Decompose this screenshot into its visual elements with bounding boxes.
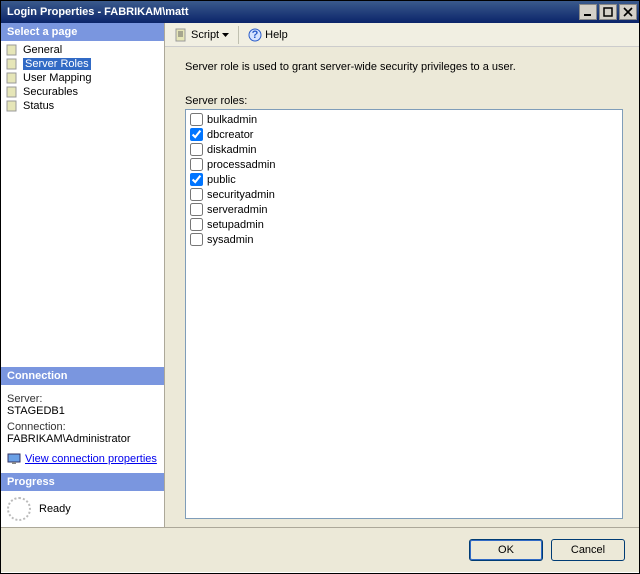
- server-role-checkbox[interactable]: [190, 218, 203, 231]
- progress-spinner-icon: [7, 497, 31, 521]
- sidebar-page-label: User Mapping: [23, 72, 91, 84]
- sidebar-page-item[interactable]: Securables: [1, 85, 164, 99]
- server-role-label: diskadmin: [207, 144, 257, 156]
- script-label: Script: [191, 29, 219, 41]
- server-role-item[interactable]: processadmin: [188, 157, 620, 172]
- server-role-item[interactable]: dbcreator: [188, 127, 620, 142]
- window-title: Login Properties - FABRIKAM\matt: [7, 6, 577, 18]
- close-button[interactable]: [619, 4, 637, 20]
- progress-header: Progress: [1, 473, 164, 491]
- server-role-label: bulkadmin: [207, 114, 257, 126]
- sidebar-page-label: Securables: [23, 86, 78, 98]
- sidebar-page-label: Status: [23, 100, 54, 112]
- cancel-label: Cancel: [571, 544, 605, 556]
- server-roles-label: Server roles:: [185, 95, 623, 107]
- server-role-item[interactable]: diskadmin: [188, 142, 620, 157]
- cancel-button[interactable]: Cancel: [551, 539, 625, 561]
- maximize-button[interactable]: [599, 4, 617, 20]
- help-icon: ?: [248, 28, 262, 42]
- toolbar-separator: [238, 26, 239, 44]
- server-value: STAGEDB1: [7, 405, 158, 417]
- server-role-label: processadmin: [207, 159, 275, 171]
- ok-label: OK: [498, 544, 514, 556]
- page-icon: [5, 100, 19, 112]
- server-role-label: public: [207, 174, 236, 186]
- main-panel: Script ? Help Server role is used to gra…: [165, 23, 639, 527]
- sidebar-page-item[interactable]: Server Roles: [1, 57, 164, 71]
- server-role-label: sysadmin: [207, 234, 253, 246]
- monitor-icon: [7, 453, 21, 465]
- server-role-checkbox[interactable]: [190, 143, 203, 156]
- svg-text:?: ?: [252, 29, 259, 41]
- page-icon: [5, 58, 19, 70]
- ok-button[interactable]: OK: [469, 539, 543, 561]
- help-button[interactable]: ? Help: [243, 25, 293, 45]
- sidebar: Select a page General Server Roles User Ma…: [1, 23, 165, 527]
- server-role-item[interactable]: sysadmin: [188, 232, 620, 247]
- sidebar-page-item[interactable]: User Mapping: [1, 71, 164, 85]
- server-role-item[interactable]: bulkadmin: [188, 112, 620, 127]
- sidebar-page-label: General: [23, 44, 62, 56]
- connection-header: Connection: [1, 367, 164, 385]
- help-label: Help: [265, 29, 288, 41]
- page-icon: [5, 72, 19, 84]
- server-role-checkbox[interactable]: [190, 173, 203, 186]
- connection-value: FABRIKAM\Administrator: [7, 433, 158, 445]
- server-role-checkbox[interactable]: [190, 203, 203, 216]
- server-role-label: securityadmin: [207, 189, 275, 201]
- server-label: Server:: [7, 393, 158, 405]
- minimize-button[interactable]: [579, 4, 597, 20]
- titlebar: Login Properties - FABRIKAM\matt: [1, 1, 639, 23]
- page-icon: [5, 86, 19, 98]
- progress-status: Ready: [39, 503, 71, 515]
- server-role-item[interactable]: public: [188, 172, 620, 187]
- sidebar-page-item[interactable]: Status: [1, 99, 164, 113]
- page-list: General Server Roles User Mapping Securable…: [1, 41, 164, 115]
- server-role-checkbox[interactable]: [190, 113, 203, 126]
- page-description: Server role is used to grant server-wide…: [185, 61, 623, 73]
- sidebar-page-label: Server Roles: [23, 58, 91, 70]
- server-role-label: dbcreator: [207, 129, 253, 141]
- script-button[interactable]: Script: [169, 25, 234, 45]
- server-role-checkbox[interactable]: [190, 233, 203, 246]
- view-connection-link[interactable]: View connection properties: [25, 453, 157, 465]
- script-icon: [174, 28, 188, 42]
- page-icon: [5, 44, 19, 56]
- dialog-button-bar: OK Cancel: [1, 528, 639, 572]
- server-role-label: serveradmin: [207, 204, 268, 216]
- sidebar-page-item[interactable]: General: [1, 43, 164, 57]
- server-role-checkbox[interactable]: [190, 188, 203, 201]
- server-role-item[interactable]: serveradmin: [188, 202, 620, 217]
- toolbar: Script ? Help: [165, 23, 639, 47]
- connection-label: Connection:: [7, 421, 158, 433]
- server-role-label: setupadmin: [207, 219, 264, 231]
- select-page-header: Select a page: [1, 23, 164, 41]
- server-roles-listbox[interactable]: bulkadmin dbcreator diskadmin processadmin p…: [185, 109, 623, 519]
- view-connection-row[interactable]: View connection properties: [7, 453, 158, 465]
- chevron-down-icon: [222, 33, 229, 37]
- server-role-checkbox[interactable]: [190, 158, 203, 171]
- server-role-item[interactable]: setupadmin: [188, 217, 620, 232]
- server-role-checkbox[interactable]: [190, 128, 203, 141]
- server-role-item[interactable]: securityadmin: [188, 187, 620, 202]
